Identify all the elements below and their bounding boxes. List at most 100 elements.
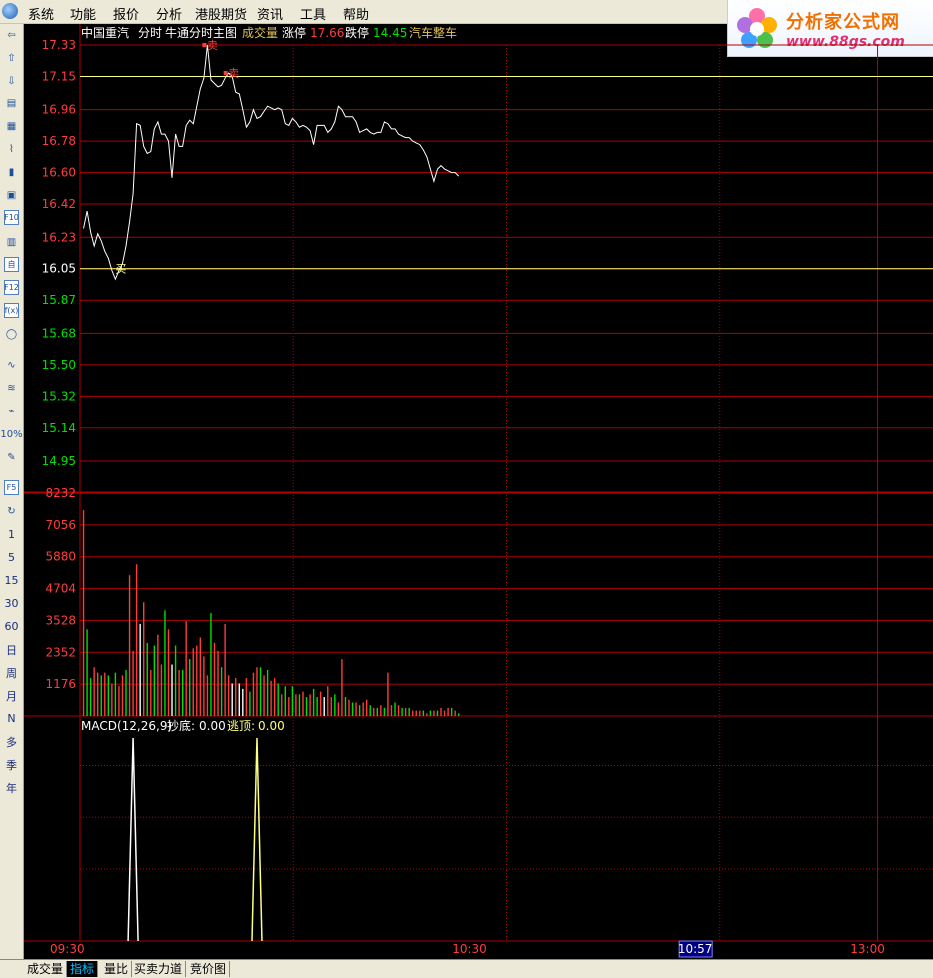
sell-marker (223, 70, 228, 75)
macd-bottom-value: 0.00 (199, 719, 226, 733)
candlestick-icon[interactable]: ▮ (3, 164, 20, 181)
stock-name: 中国重汽 (81, 25, 129, 40)
tab-auction[interactable]: 竞价图 (187, 961, 231, 977)
window-icon[interactable]: ▣ (3, 187, 20, 204)
volume-axis: 8232 7056 5880 4704 3528 2352 1176 (45, 486, 76, 691)
app-logo-icon[interactable] (2, 3, 18, 19)
circle-icon[interactable]: ◯ (3, 326, 20, 343)
bottom-tab-bar: 成交量 指标 量比 买卖力道 竞价图 (0, 959, 933, 978)
limit-down-label: 跌停 (345, 25, 369, 40)
price-tick-label: 15.87 (42, 293, 76, 307)
limit-up-label: 涨停 (282, 25, 306, 40)
price-tick-label: 15.32 (42, 389, 76, 403)
limit-up-value: 17.66 (310, 26, 344, 40)
period-button[interactable]: 年 (0, 779, 23, 796)
f10-icon[interactable]: F10 (4, 210, 19, 225)
price-tick-label: 17.15 (42, 69, 76, 83)
f12-icon[interactable]: F12 (4, 280, 19, 295)
pencil-icon[interactable]: ✎ (3, 449, 20, 466)
indicator-name: 牛通分时主图 (165, 25, 237, 40)
volume-tick-label: 7056 (45, 518, 76, 532)
price-axis: 17.33 17.15 16.96 16.78 16.60 16.42 16.23 16.05… (42, 38, 76, 468)
cursor-time-label: 10:57 (678, 942, 713, 956)
period-button[interactable]: 5 (0, 549, 23, 566)
menu-analysis[interactable]: 分析 (156, 4, 182, 23)
macd-spikes (127, 737, 263, 942)
price-tick-label: 16.96 (42, 103, 76, 117)
menu-quote[interactable]: 报价 (113, 4, 139, 23)
up-arrow-icon[interactable]: ⇧ (3, 50, 20, 67)
price-tick-label: 15.68 (42, 326, 76, 340)
percent-label: 10% (0, 429, 23, 440)
tab-buy-sell-force[interactable]: 买卖力道 (131, 961, 187, 977)
sell-signal: 卖 (228, 67, 239, 80)
price-tick-label: 16.23 (42, 230, 76, 244)
price-tick-label: 16.05 (42, 262, 76, 276)
tab-volume[interactable]: 成交量 (24, 961, 68, 977)
signal-markers: 买卖卖 (115, 39, 239, 275)
menu-system[interactable]: 系统 (28, 4, 54, 23)
period-button[interactable]: 日 (0, 641, 23, 658)
period-button[interactable]: N (0, 710, 23, 727)
view-label: 分时 (138, 26, 162, 40)
macd-bottom-label: 抄底: (167, 718, 195, 733)
menu-news[interactable]: 资讯 (257, 4, 283, 23)
price-tick-label: 15.50 (42, 358, 76, 372)
f12-label: F12 (4, 283, 19, 292)
f5-icon[interactable]: F5 (4, 480, 19, 495)
buy-signal: 买 (115, 262, 126, 275)
file-icon[interactable]: ▥ (3, 234, 20, 251)
time-tick-label: 10:30 (452, 942, 487, 956)
macd-name: MACD(12,26,9) (81, 719, 172, 733)
volume-tick-label: 5880 (45, 550, 76, 564)
self-select-label: 自 (7, 260, 16, 269)
menu-function[interactable]: 功能 (70, 4, 96, 23)
tab-volume-ratio[interactable]: 量比 (101, 961, 133, 977)
macd-spike (251, 737, 263, 942)
percent-icon[interactable]: 10% (0, 426, 23, 443)
menu-help[interactable]: 帮助 (343, 4, 369, 23)
self-select-icon[interactable]: 自 (4, 257, 19, 272)
period-button[interactable]: 多 (0, 733, 23, 750)
price-line (83, 44, 460, 281)
price-tick-label: 16.42 (42, 197, 76, 211)
price-tick-label: 17.33 (42, 38, 76, 52)
left-toolbar: ⇦ ⇧ ⇩ ▤ ▦ ⌇ ▮ ▣ F10 ▥ 自 F12 f(x) ◯ ∿ ≋ ⌁ 10% ✎ F5 ↻ 1 5 15 30 60 日… (0, 24, 24, 959)
f10-label: F10 (4, 213, 19, 222)
back-arrow-icon[interactable]: ⇦ (3, 27, 20, 44)
time-tick-label: 09:30 (50, 942, 85, 956)
tab-indicator[interactable]: 指标 (67, 961, 99, 977)
f5-label: F5 (6, 483, 17, 492)
period-button[interactable]: 月 (0, 687, 23, 704)
macd-top-value: 0.00 (258, 719, 285, 733)
price-tick-label: 15.14 (42, 421, 76, 435)
period-button[interactable]: 周 (0, 664, 23, 681)
period-button[interactable]: 30 (0, 595, 23, 612)
formula-icon[interactable]: f(x) (4, 303, 19, 318)
quote-list-icon[interactable]: ▤ (3, 95, 20, 112)
volume-tick-label: 1176 (45, 677, 76, 691)
pulse-icon[interactable]: ⌁ (3, 403, 20, 420)
grid-icon[interactable]: ▦ (3, 118, 20, 135)
price-tick-label: 14.95 (42, 454, 76, 468)
price-tick-label: 16.60 (42, 166, 76, 180)
period-button[interactable]: 60 (0, 618, 23, 635)
line-chart-icon[interactable]: ⌇ (3, 141, 20, 158)
period-button[interactable]: 季 (0, 756, 23, 773)
intraday-chart[interactable]: 17.33 17.15 16.96 16.78 16.60 16.42 16.23 16.05… (24, 24, 933, 959)
wave-icon[interactable]: ∿ (3, 357, 20, 374)
period-button[interactable]: 15 (0, 572, 23, 589)
volume-tick-label: 4704 (45, 582, 76, 596)
area-wave-icon[interactable]: ≋ (3, 380, 20, 397)
refresh-icon[interactable]: ↻ (3, 503, 20, 520)
menu-hk-futures[interactable]: 港股期货 (195, 4, 247, 23)
volume-tick-label: 2352 (45, 645, 76, 659)
sell-marker (202, 43, 207, 47)
limit-down-value: 14.45 (373, 26, 407, 40)
menu-tools[interactable]: 工具 (300, 4, 326, 23)
time-tick-label: 13:00 (850, 942, 885, 956)
period-button[interactable]: 1 (0, 526, 23, 543)
volume-label: 成交量 (242, 25, 278, 40)
down-arrow-icon[interactable]: ⇩ (3, 73, 20, 90)
chart-grid (24, 24, 933, 942)
